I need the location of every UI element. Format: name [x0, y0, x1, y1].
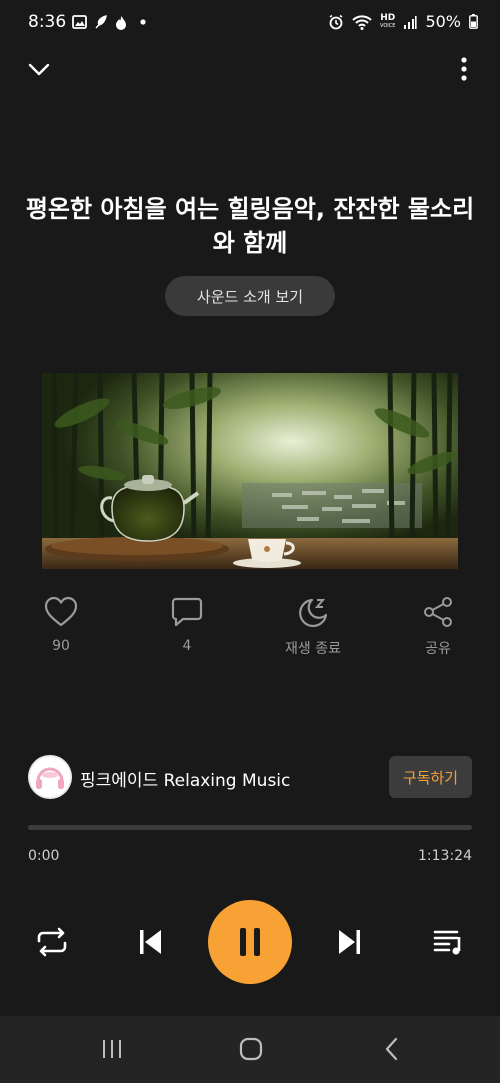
previous-button[interactable]	[128, 920, 172, 964]
image-icon	[72, 15, 87, 29]
progress-track[interactable]	[28, 825, 472, 830]
total-time: 1:13:24	[418, 848, 472, 864]
current-time: 0:00	[28, 848, 60, 864]
more-options-button[interactable]	[454, 56, 474, 82]
dot-icon	[140, 19, 146, 25]
playlist-icon	[433, 930, 461, 955]
comment-button[interactable]: 4	[142, 596, 232, 654]
pause-button[interactable]	[208, 900, 292, 984]
sleep-timer-label: 재생 종료	[285, 641, 341, 657]
wifi-icon	[352, 14, 372, 30]
heart-icon	[44, 596, 78, 627]
home-button[interactable]	[231, 1034, 271, 1064]
more-vertical-icon	[461, 57, 467, 81]
pause-icon	[240, 928, 260, 956]
headphones-logo-icon	[28, 755, 72, 799]
share-label: 공유	[425, 641, 451, 657]
like-button[interactable]: 90	[16, 596, 106, 654]
comment-icon	[171, 597, 203, 627]
channel-name[interactable]: 핑크에이드 Relaxing Music	[80, 766, 290, 791]
share-icon	[424, 597, 452, 627]
voice-label: VOICE	[380, 22, 396, 29]
recent-apps-button[interactable]	[92, 1034, 132, 1064]
sleep-timer-button[interactable]: 재생 종료	[268, 596, 358, 658]
battery-icon	[469, 14, 478, 29]
sound-intro-button[interactable]: 사운드 소개 보기	[165, 276, 335, 316]
next-button[interactable]	[328, 920, 372, 964]
status-right: HD VOICE 50%	[328, 12, 478, 31]
playlist-button[interactable]	[426, 920, 470, 964]
next-icon	[339, 930, 360, 954]
moon-icon	[299, 598, 328, 628]
back-icon	[385, 1037, 398, 1061]
signal-icon	[404, 15, 418, 29]
status-left-icons	[72, 14, 149, 30]
chevron-down-icon	[28, 63, 50, 76]
repeat-button[interactable]	[30, 920, 74, 964]
comment-count: 4	[182, 638, 192, 654]
subscribe-button[interactable]: 구독하기	[389, 756, 472, 798]
album-artwork	[42, 373, 458, 569]
battery-text: 50%	[425, 12, 461, 31]
feather-icon	[95, 15, 107, 29]
repeat-icon	[37, 927, 67, 957]
back-button[interactable]	[372, 1034, 412, 1064]
hd-label: HD	[380, 12, 396, 23]
hd-voice-icon: HD VOICE	[380, 12, 396, 30]
flame-icon	[116, 15, 126, 30]
status-time: 8:36	[28, 12, 67, 32]
share-button[interactable]: 공유	[393, 596, 483, 658]
collapse-button[interactable]	[26, 56, 52, 82]
alarm-icon	[329, 14, 343, 29]
like-count: 90	[52, 638, 70, 654]
home-icon	[239, 1037, 263, 1061]
channel-avatar[interactable]	[28, 755, 72, 799]
previous-icon	[140, 930, 161, 954]
track-title: 평온한 아침을 여는 힐링음악, 잔잔한 물소리와 함께	[25, 195, 475, 257]
recent-apps-icon	[103, 1040, 121, 1058]
